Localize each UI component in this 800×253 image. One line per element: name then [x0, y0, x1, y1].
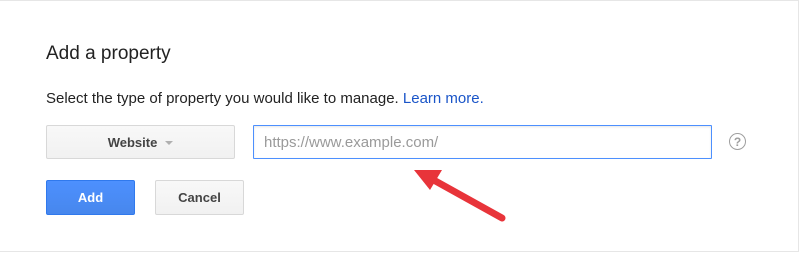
prompt-text: Select the type of property you would li…	[46, 90, 399, 107]
property-type-value: Website	[107, 134, 158, 150]
property-type-dropdown[interactable]: Website	[46, 125, 235, 159]
help-icon[interactable]: ?	[729, 133, 746, 150]
add-button[interactable]: Add	[46, 180, 135, 215]
caret-down-icon	[165, 140, 174, 145]
dialog-prompt: Select the type of property you would li…	[46, 90, 484, 107]
dialog-title: Add a property	[46, 43, 171, 64]
cancel-button[interactable]: Cancel	[155, 180, 244, 215]
property-url-input[interactable]	[253, 125, 712, 159]
red-arrow-icon	[414, 170, 506, 222]
learn-more-link[interactable]: Learn more.	[403, 90, 484, 107]
